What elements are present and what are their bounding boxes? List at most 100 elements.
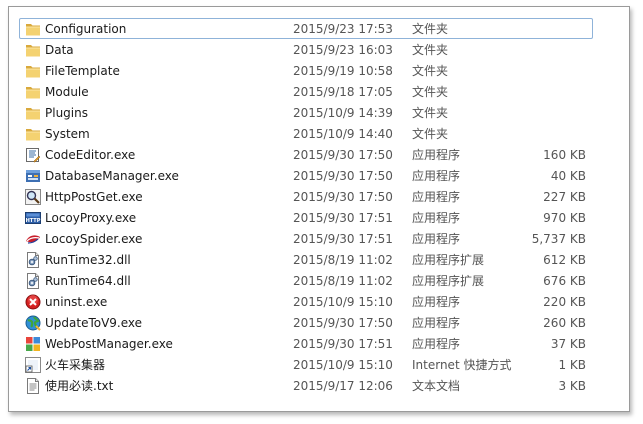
file-type: 文件夹 [412, 106, 449, 120]
file-modified-date: 2015/9/30 17:50 [293, 148, 393, 162]
file-size: 220 KB [543, 295, 586, 309]
file-modified-date: 2015/9/23 16:03 [293, 43, 393, 57]
file-type: 应用程序 [412, 190, 461, 204]
file-type: 应用程序 [412, 295, 461, 309]
webpost-icon [25, 336, 41, 352]
spider-icon [25, 231, 41, 247]
file-row-locoyspider-exe[interactable]: LocoySpider.exe 2015/9/30 17:51 应用程序 5,737 … [19, 228, 593, 249]
file-name: 火车采集器 [45, 358, 106, 372]
file-type: Internet 快捷方式 [412, 358, 512, 372]
file-name: Data [45, 43, 74, 57]
file-modified-date: 2015/9/30 17:50 [293, 316, 393, 330]
file-name: FileTemplate [45, 64, 120, 78]
file-type: 文件夹 [412, 43, 449, 57]
file-row-configuration[interactable]: Configuration 2015/9/23 17:53 文件夹 [19, 18, 593, 39]
file-modified-date: 2015/10/9 15:10 [293, 295, 393, 309]
file-type: 应用程序 [412, 337, 461, 351]
magnifier-icon [25, 189, 41, 205]
file-row-filetemplate[interactable]: FileTemplate 2015/9/19 10:58 文件夹 [19, 60, 593, 81]
file-type: 应用程序扩展 [412, 253, 485, 267]
file-type: 应用程序 [412, 148, 461, 162]
file-modified-date: 2015/9/30 17:51 [293, 211, 393, 225]
file-row-module[interactable]: Module 2015/9/18 17:05 文件夹 [19, 81, 593, 102]
file-name: HttpPostGet.exe [45, 190, 143, 204]
file-row-runtime32-dll[interactable]: RunTime32.dll 2015/8/19 11:02 应用程序扩展 612 KB [19, 249, 593, 270]
file-row-locoyproxy-exe[interactable]: HTTP LocoyProxy.exe 2015/9/30 17:51 应用程序 970… [19, 207, 593, 228]
explorer-file-list-window: Configuration 2015/9/23 17:53 文件夹 Data 2015/… [8, 6, 630, 412]
file-type: 应用程序 [412, 211, 461, 225]
file-row-system[interactable]: System 2015/10/9 14:40 文件夹 [19, 123, 593, 144]
file-row-codeeditor-exe[interactable]: CodeEditor.exe 2015/9/30 17:50 应用程序 160 KB [19, 144, 593, 165]
file-type: 文件夹 [412, 85, 449, 99]
file-name: Plugins [45, 106, 88, 120]
code-editor-icon [25, 147, 41, 163]
file-type: 文件夹 [412, 127, 449, 141]
file-row-plugins[interactable]: Plugins 2015/10/9 14:39 文件夹 [19, 102, 593, 123]
http-proxy-icon: HTTP [25, 210, 41, 226]
file-size: 260 KB [543, 316, 586, 330]
file-name: WebPostManager.exe [45, 337, 173, 351]
file-name: UpdateToV9.exe [45, 316, 143, 330]
file-size: 37 KB [550, 337, 586, 351]
file-name: Configuration [45, 22, 127, 36]
file-modified-date: 2015/9/17 12:06 [293, 379, 393, 393]
file-modified-date: 2015/10/9 14:40 [293, 127, 393, 141]
file-size: 160 KB [543, 148, 586, 162]
file-modified-date: 2015/9/18 17:05 [293, 85, 393, 99]
folder-icon [25, 105, 41, 121]
folder-icon [25, 21, 41, 37]
file-size: 970 KB [543, 211, 586, 225]
file-modified-date: 2015/9/30 17:50 [293, 190, 393, 204]
file-modified-date: 2015/10/9 15:10 [293, 358, 393, 372]
file-size: 3 KB [558, 379, 586, 393]
folder-icon [25, 84, 41, 100]
file-type: 文件夹 [412, 22, 449, 36]
file-modified-date: 2015/9/23 17:53 [293, 22, 393, 36]
folder-icon [25, 63, 41, 79]
file-modified-date: 2015/10/9 14:39 [293, 106, 393, 120]
dll-gear-icon [25, 273, 41, 289]
file-row-data[interactable]: Data 2015/9/23 16:03 文件夹 [19, 39, 593, 60]
file-name: 使用必读.txt [45, 379, 114, 393]
file-row-databasemanager-exe[interactable]: DatabaseManager.exe 2015/9/30 17:50 应用程序 40… [19, 165, 593, 186]
file-name: Module [45, 85, 89, 99]
file-type: 文件夹 [412, 64, 449, 78]
file-size: 227 KB [543, 190, 586, 204]
file-type: 应用程序 [412, 169, 461, 183]
database-icon [25, 168, 41, 184]
file-size: 5,737 KB [531, 232, 586, 246]
file-type: 应用程序扩展 [412, 274, 485, 288]
file-modified-date: 2015/9/19 10:58 [293, 64, 393, 78]
dll-gear-icon [25, 252, 41, 268]
file-size: 1 KB [558, 358, 586, 372]
file-name: LocoyProxy.exe [45, 211, 137, 225]
file-name: CodeEditor.exe [45, 148, 136, 162]
shortcut-icon [25, 357, 41, 373]
file-row-火车采集器[interactable]: 火车采集器 2015/10/9 15:10 Internet 快捷方式 1 KB [19, 354, 593, 375]
file-row-使用必读-txt[interactable]: 使用必读.txt 2015/9/17 12:06 文本文档 3 KB [19, 375, 593, 396]
uninstall-icon [25, 294, 41, 310]
file-name: System [45, 127, 90, 141]
file-type: 应用程序 [412, 316, 461, 330]
file-row-uninst-exe[interactable]: uninst.exe 2015/10/9 15:10 应用程序 220 KB [19, 291, 593, 312]
file-name: uninst.exe [45, 295, 108, 309]
file-row-httppostget-exe[interactable]: HttpPostGet.exe 2015/9/30 17:50 应用程序 227 KB [19, 186, 593, 207]
file-name: DatabaseManager.exe [45, 169, 179, 183]
file-size: 40 KB [550, 169, 586, 183]
file-row-updatetov9-exe[interactable]: UpdateToV9.exe 2015/9/30 17:50 应用程序 260 KB [19, 312, 593, 333]
file-type: 文本文档 [412, 379, 461, 393]
file-row-webpostmanager-exe[interactable]: WebPostManager.exe 2015/9/30 17:51 应用程序 37 … [19, 333, 593, 354]
globe-update-icon [25, 315, 41, 331]
file-type: 应用程序 [412, 232, 461, 246]
file-size: 676 KB [543, 274, 586, 288]
file-size: 612 KB [543, 253, 586, 267]
text-document-icon [25, 378, 41, 394]
folder-icon [25, 126, 41, 142]
file-name: LocoySpider.exe [45, 232, 143, 246]
file-modified-date: 2015/8/19 11:02 [293, 253, 393, 267]
file-name: RunTime64.dll [45, 274, 131, 288]
file-row-runtime64-dll[interactable]: RunTime64.dll 2015/8/19 11:02 应用程序扩展 676 KB [19, 270, 593, 291]
file-list: Configuration 2015/9/23 17:53 文件夹 Data 2015/… [19, 18, 593, 396]
file-modified-date: 2015/9/30 17:51 [293, 232, 393, 246]
file-modified-date: 2015/9/30 17:51 [293, 337, 393, 351]
